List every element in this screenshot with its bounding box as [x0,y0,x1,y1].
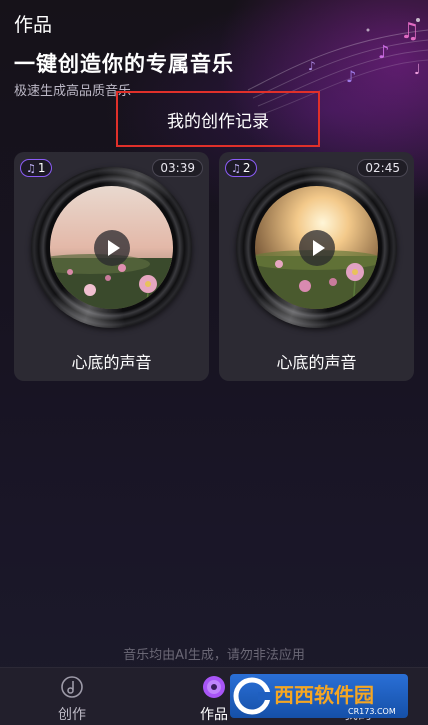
hero-subline: 极速生成高品质音乐 [14,84,132,99]
svg-text:♪: ♪ [346,67,356,86]
watermark-subtext: CR173.COM [348,707,396,716]
page-title: 作品 [14,14,53,36]
music-note-icon: ♫ [26,161,36,175]
tab-label: 创作 [58,707,86,723]
vinyl-disc-icon [203,676,225,698]
play-button[interactable] [93,229,130,266]
track-index: 2 [242,161,251,175]
svg-text:♪: ♪ [378,42,390,63]
tab-create[interactable]: 创作 [32,668,112,725]
duration-badge: 03:39 [152,159,203,177]
vinyl-disc [236,167,397,328]
vinyl-disc [31,167,192,328]
works-page: ♪ ♫ ♪ ♩ ♪ 作品 一键创造你的专属音乐 极速生成高品质音乐 我的创作记录 [0,0,428,725]
svg-text:♪: ♪ [308,59,316,73]
svg-text:♫: ♫ [400,19,420,44]
song-title: 心底的声音 [276,353,357,372]
song-card[interactable]: ♫ 1 03:39 心底的声音 [14,152,209,381]
cover-image [50,186,173,309]
track-index: 1 [37,161,46,175]
my-creation-records-button[interactable]: 我的创作记录 [116,91,320,147]
track-index-badge: ♫ 1 [20,159,52,177]
watermark-text: 西西软件园 [274,683,374,707]
track-index-badge: ♫ 2 [225,159,257,177]
hero-headline: 一键创造你的专属音乐 [14,52,234,76]
ai-disclaimer: 音乐均由AI生成，请勿非法应用 [123,648,305,663]
music-note-icon: ♫ [231,161,241,175]
play-button[interactable] [298,229,335,266]
site-watermark-logo: 西西软件园 CR173.COM [230,674,408,718]
svg-text:♩: ♩ [414,62,421,78]
music-note-circle-icon [61,676,83,698]
song-card[interactable]: ♫ 2 02:45 心底的声音 [219,152,414,381]
cover-image [255,186,378,309]
duration-badge: 02:45 [357,159,408,177]
song-title: 心底的声音 [71,353,152,372]
